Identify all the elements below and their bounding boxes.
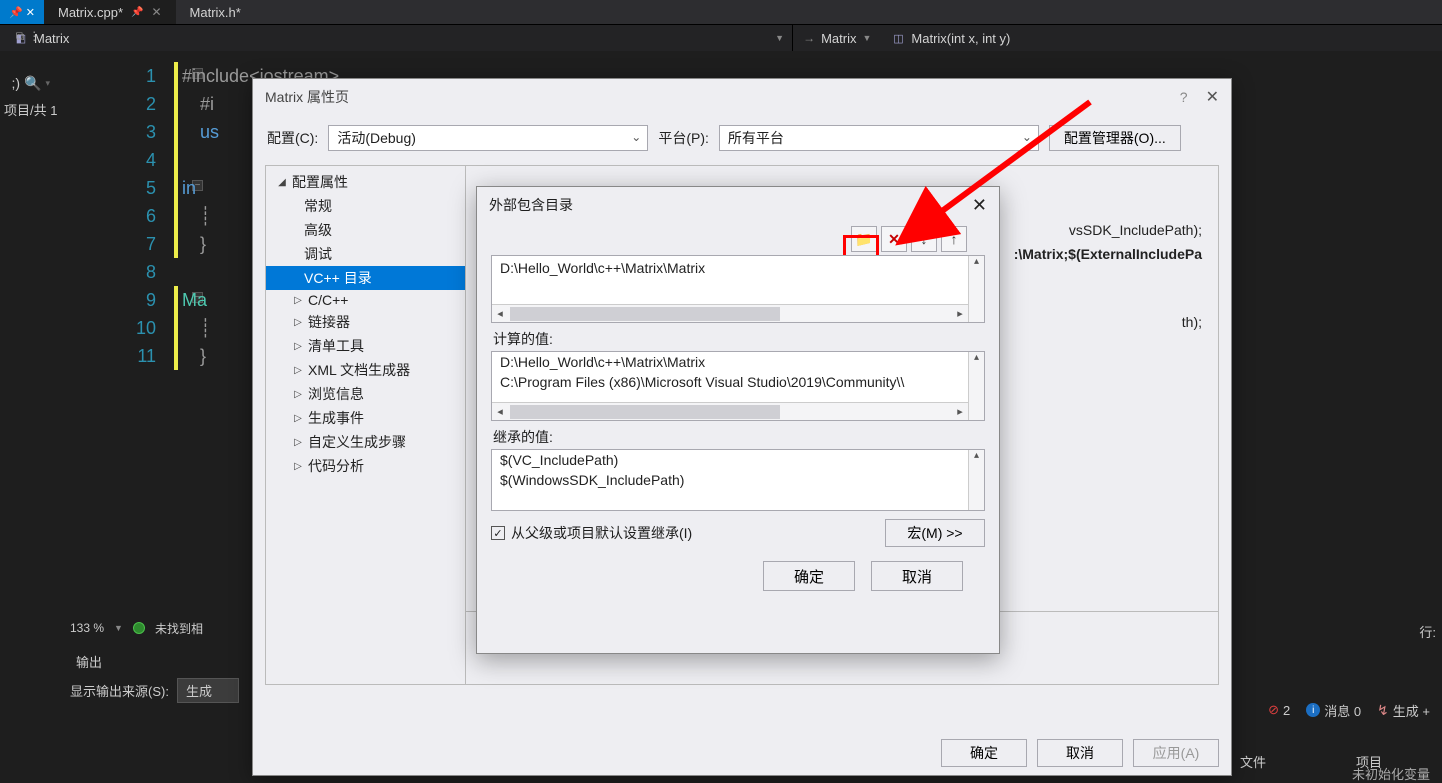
path-entry[interactable]: D:\Hello_World\c++\Matrix\Matrix bbox=[492, 256, 984, 280]
close-icon[interactable]: ✕ bbox=[151, 5, 161, 19]
tree-buildevt[interactable]: ▷生成事件 bbox=[266, 406, 465, 430]
line-number-gutter: 1234567891011 bbox=[70, 56, 170, 370]
subdialog-titlebar: 外部包含目录 ✕ bbox=[477, 187, 999, 223]
inherited-entry: $(WindowsSDK_IncludePath) bbox=[492, 470, 984, 490]
breadcrumb-method[interactable]: Matrix(int x, int y) bbox=[911, 31, 1010, 46]
tree-linker[interactable]: ▷链接器 bbox=[266, 310, 465, 334]
search-row: ;)🔍▾ bbox=[0, 70, 56, 96]
tab-matrix-cpp[interactable]: Matrix.cpp*📌✕ bbox=[44, 0, 176, 24]
nav-result-label: 项目/共 1 bbox=[4, 100, 57, 119]
tab-matrix-h[interactable]: Matrix.h* bbox=[176, 0, 255, 24]
calculated-list: D:\Hello_World\c++\Matrix\Matrix C:\Prog… bbox=[491, 351, 985, 421]
calc-entry: D:\Hello_World\c++\Matrix\Matrix bbox=[492, 352, 984, 372]
new-folder-button[interactable]: 📁 bbox=[851, 226, 877, 252]
search-status: 未找到相 bbox=[155, 620, 203, 637]
zoom-level[interactable]: 133 % bbox=[70, 621, 104, 635]
ok-button[interactable]: 确定 bbox=[763, 561, 855, 591]
macros-button[interactable]: 宏(M) >> bbox=[885, 519, 985, 547]
tree-advanced[interactable]: 高级 bbox=[266, 218, 465, 242]
output-source-row: 显示输出来源(S): 生成 bbox=[70, 678, 239, 703]
breadcrumb-bar: ◧Matrix ▼ →Matrix ▼ ◫Matrix(int x, int y… bbox=[0, 24, 1442, 52]
inherit-checkbox[interactable]: ✓从父级或项目默认设置继承(I) bbox=[491, 523, 692, 543]
dialog-title-text: Matrix 属性页 bbox=[265, 87, 349, 107]
copy-icon[interactable]: ⧉ bbox=[16, 29, 25, 44]
tree-root[interactable]: ◢配置属性 bbox=[266, 170, 465, 194]
output-panel-tab[interactable]: 输出 bbox=[70, 650, 108, 673]
dialog-titlebar: Matrix 属性页 ? ✕ bbox=[253, 79, 1231, 115]
chevron-down-icon[interactable]: ▼ bbox=[114, 623, 123, 633]
close-icon[interactable]: ✕ bbox=[972, 195, 987, 216]
menu-icon[interactable]: ⋮ bbox=[28, 29, 40, 43]
horizontal-scrollbar[interactable]: ◂▸ bbox=[492, 304, 968, 322]
arrow-right-icon: → bbox=[803, 31, 815, 45]
dialog-footer: 确定 取消 应用(A) bbox=[941, 739, 1219, 767]
chevron-down-icon[interactable]: ▼ bbox=[775, 33, 792, 43]
cursor-position: 行: bbox=[1419, 622, 1436, 641]
message-count[interactable]: i消息 0 bbox=[1306, 701, 1361, 720]
tree-cpp[interactable]: ▷C/C++ bbox=[266, 290, 465, 310]
breadcrumb-scope[interactable]: Matrix bbox=[821, 31, 856, 46]
external-include-dialog: 外部包含目录 ✕ 📁 ✕ ↓ ↑ D:\Hello_World\c++\Matr… bbox=[476, 186, 1000, 654]
document-tab-bar: 📌✕ Matrix.cpp*📌✕ Matrix.h* bbox=[0, 0, 1442, 24]
config-manager-button[interactable]: 配置管理器(O)... bbox=[1049, 125, 1181, 151]
status-bar-right: ⊘2 i消息 0 ↯生成 + bbox=[1268, 697, 1442, 723]
pin-strip: 📌✕ bbox=[0, 0, 44, 24]
pin-icon[interactable]: 📌 bbox=[131, 7, 143, 18]
config-label: 配置(C): bbox=[267, 128, 318, 148]
close-icon[interactable]: ✕ bbox=[26, 6, 35, 19]
tree-browse[interactable]: ▷浏览信息 bbox=[266, 382, 465, 406]
subdialog-toolbar: 📁 ✕ ↓ ↑ bbox=[477, 223, 999, 255]
ok-button[interactable]: 确定 bbox=[941, 739, 1027, 767]
search-icon[interactable]: 🔍 bbox=[24, 75, 41, 92]
inherited-list: $(VC_IncludePath) $(WindowsSDK_IncludePa… bbox=[491, 449, 985, 511]
tree-general[interactable]: 常规 bbox=[266, 194, 465, 218]
delete-button[interactable]: ✕ bbox=[881, 226, 907, 252]
zoom-status-row: 133 % ▼ 未找到相 bbox=[70, 616, 203, 640]
move-down-button[interactable]: ↓ bbox=[911, 226, 937, 252]
uninit-var-label: 未初始化变量 bbox=[1352, 764, 1430, 783]
error-badge[interactable]: ⊘2 bbox=[1268, 702, 1290, 718]
gear-icon[interactable]: ;) bbox=[11, 75, 20, 91]
platform-select[interactable]: 所有平台 bbox=[719, 125, 1039, 151]
apply-button[interactable]: 应用(A) bbox=[1133, 739, 1219, 767]
close-icon[interactable]: ✕ bbox=[1206, 87, 1219, 107]
status-ok-icon bbox=[133, 622, 145, 634]
col-file: 文件 bbox=[1240, 752, 1266, 771]
cancel-button[interactable]: 取消 bbox=[1037, 739, 1123, 767]
config-select[interactable]: 活动(Debug) bbox=[328, 125, 648, 151]
output-source-label: 显示输出来源(S): bbox=[70, 681, 169, 700]
tree-vc-dirs[interactable]: VC++ 目录 bbox=[266, 266, 465, 290]
help-icon[interactable]: ? bbox=[1180, 89, 1188, 105]
subdialog-footer: 确定 取消 bbox=[477, 561, 963, 591]
move-up-button[interactable]: ↑ bbox=[941, 226, 967, 252]
build-button[interactable]: ↯生成 + bbox=[1377, 701, 1430, 720]
method-icon: ◫ bbox=[891, 31, 905, 45]
tree-codeanal[interactable]: ▷代码分析 bbox=[266, 454, 465, 478]
calc-entry: C:\Program Files (x86)\Microsoft Visual … bbox=[492, 372, 984, 392]
horizontal-scrollbar[interactable]: ◂▸ bbox=[492, 402, 968, 420]
side-icon-strip: ⧉⋮ bbox=[0, 24, 56, 48]
property-tree[interactable]: ◢配置属性 常规 高级 调试 VC++ 目录 ▷C/C++ ▷链接器 ▷清单工具… bbox=[266, 166, 466, 684]
cancel-button[interactable]: 取消 bbox=[871, 561, 963, 591]
inherited-label: 继承的值: bbox=[493, 427, 983, 447]
tree-debug[interactable]: 调试 bbox=[266, 242, 465, 266]
tree-manifest[interactable]: ▷清单工具 bbox=[266, 334, 465, 358]
calculated-label: 计算的值: bbox=[493, 329, 983, 349]
platform-label: 平台(P): bbox=[658, 128, 709, 148]
tree-xmldoc[interactable]: ▷XML 文档生成器 bbox=[266, 358, 465, 382]
config-row: 配置(C): 活动(Debug) 平台(P): 所有平台 配置管理器(O)... bbox=[253, 115, 1231, 159]
chevron-down-icon[interactable]: ▼ bbox=[862, 33, 879, 43]
subdialog-title-text: 外部包含目录 bbox=[489, 195, 573, 215]
inherited-entry: $(VC_IncludePath) bbox=[492, 450, 984, 470]
output-source-select[interactable]: 生成 bbox=[177, 678, 239, 703]
tree-custom[interactable]: ▷自定义生成步骤 bbox=[266, 430, 465, 454]
pin-icon[interactable]: 📌 bbox=[9, 6, 23, 19]
path-list[interactable]: D:\Hello_World\c++\Matrix\Matrix ▴ ◂▸ bbox=[491, 255, 985, 323]
